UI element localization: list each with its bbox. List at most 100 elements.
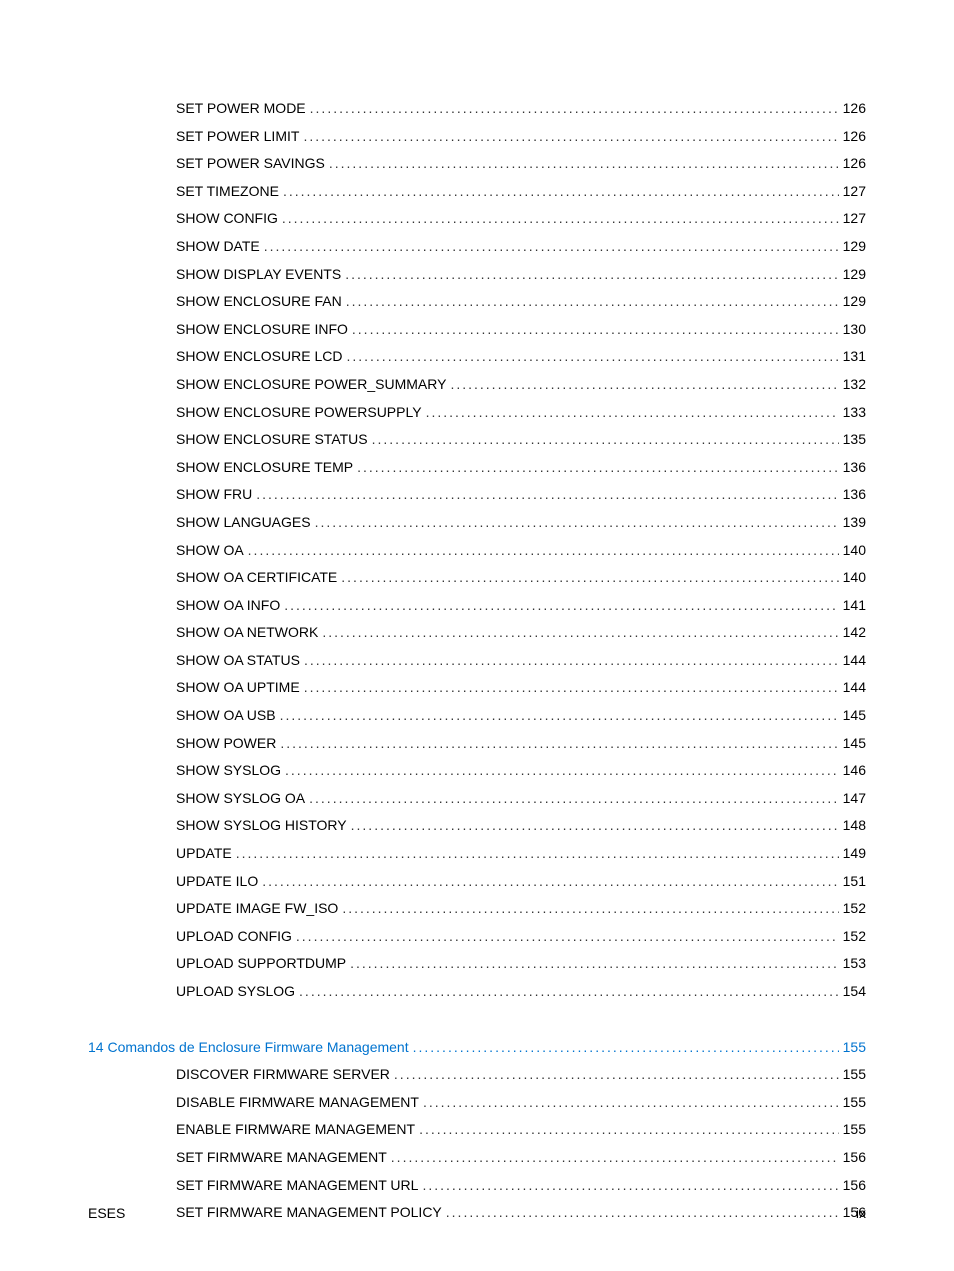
toc-entry-label: SHOW OA UPTIME [176, 679, 300, 696]
toc-leader-dots [341, 569, 838, 586]
toc-entry[interactable]: SET TIMEZONE127 [88, 183, 866, 200]
toc-entry-page: 155 [843, 1121, 866, 1138]
toc-leader-dots [296, 928, 839, 945]
toc-leader-dots [413, 1039, 839, 1056]
toc-entry-label: DISCOVER FIRMWARE SERVER [176, 1066, 390, 1083]
toc-entry-label: SHOW DATE [176, 238, 260, 255]
toc-entry-page: 155 [843, 1094, 866, 1111]
toc-entry[interactable]: SHOW SYSLOG HISTORY 148 [88, 817, 866, 834]
toc-entry[interactable]: SHOW ENCLOSURE FAN129 [88, 293, 866, 310]
toc-entry-page: 129 [843, 266, 866, 283]
toc-leader-dots [350, 955, 839, 972]
toc-entry-page: 141 [843, 597, 866, 614]
toc-entry[interactable]: SHOW ENCLOSURE STATUS135 [88, 431, 866, 448]
toc-entry[interactable]: SET FIRMWARE MANAGEMENT156 [88, 1149, 866, 1166]
toc-entry[interactable]: SHOW OA USB145 [88, 707, 866, 724]
toc-entry[interactable]: SHOW ENCLOSURE TEMP136 [88, 459, 866, 476]
toc-entry[interactable]: SHOW SYSLOG146 [88, 762, 866, 779]
toc-entry[interactable]: SHOW ENCLOSURE POWERSUPPLY133 [88, 404, 866, 421]
toc-entry-label: SHOW SYSLOG [176, 762, 281, 779]
toc-entry-page: 136 [843, 486, 866, 503]
toc-entry-page: 140 [843, 569, 866, 586]
toc-entry[interactable]: UPDATE 149 [88, 845, 866, 862]
toc-leader-dots [342, 900, 838, 917]
toc-entry-page: 140 [843, 542, 866, 559]
toc-entry[interactable]: UPLOAD SYSLOG154 [88, 983, 866, 1000]
toc-entry-label: SHOW OA STATUS [176, 652, 300, 669]
toc-entry-label: SHOW OA INFO [176, 597, 280, 614]
toc-leader-dots [280, 707, 839, 724]
toc-entry[interactable]: SET FIRMWARE MANAGEMENT URL156 [88, 1177, 866, 1194]
toc-leader-dots [315, 514, 839, 531]
toc-entry-label: UPDATE ILO [176, 873, 258, 890]
toc-entry-page: 130 [843, 321, 866, 338]
toc-entry[interactable]: DISABLE FIRMWARE MANAGEMENT155 [88, 1094, 866, 1111]
toc-entry[interactable]: UPDATE IMAGE FW_ISO152 [88, 900, 866, 917]
toc-entry[interactable]: SHOW ENCLOSURE LCD131 [88, 348, 866, 365]
toc-entry-label: SHOW POWER [176, 735, 276, 752]
toc-entry[interactable]: SHOW DATE 129 [88, 238, 866, 255]
toc-leader-dots [256, 486, 838, 503]
toc-entry-label: SHOW SYSLOG HISTORY [176, 817, 347, 834]
toc-entry[interactable]: UPLOAD SUPPORTDUMP153 [88, 955, 866, 972]
toc-entry[interactable]: SHOW LANGUAGES139 [88, 514, 866, 531]
toc-entry[interactable]: SHOW ENCLOSURE INFO130 [88, 321, 866, 338]
toc-entry-page: 149 [843, 845, 866, 862]
toc-entry[interactable]: SHOW DISPLAY EVENTS129 [88, 266, 866, 283]
toc-entry[interactable]: UPLOAD CONFIG152 [88, 928, 866, 945]
toc-leader-dots [304, 652, 839, 669]
toc-leader-dots [236, 845, 839, 862]
toc-leader-dots [299, 983, 839, 1000]
toc-entry-label: ENABLE FIRMWARE MANAGEMENT [176, 1121, 415, 1138]
toc-entry[interactable]: ENABLE FIRMWARE MANAGEMENT 155 [88, 1121, 866, 1138]
toc-entry-page: 148 [843, 817, 866, 834]
toc-entry[interactable]: SHOW OA140 [88, 542, 866, 559]
toc-leader-dots [422, 1177, 838, 1194]
toc-entry-page: 142 [843, 624, 866, 641]
toc-entry-label: 14 Comandos de Enclosure Firmware Manage… [88, 1039, 409, 1056]
toc-entry[interactable]: SET POWER MODE126 [88, 100, 866, 117]
toc-entry[interactable]: SET POWER SAVINGS126 [88, 155, 866, 172]
footer-left: ESES [88, 1205, 125, 1221]
toc-leader-dots [346, 293, 839, 310]
toc-entry-page: 147 [843, 790, 866, 807]
toc-leader-dots [450, 376, 838, 393]
toc-leader-dots [394, 1066, 839, 1083]
toc-entry-page: 151 [843, 873, 866, 890]
toc-gap [88, 1011, 866, 1039]
toc-entry-label: SHOW ENCLOSURE POWER_SUMMARY [176, 376, 446, 393]
toc-entry-page: 126 [843, 128, 866, 145]
toc-entry[interactable]: SHOW OA UPTIME144 [88, 679, 866, 696]
toc-entry[interactable]: SHOW OA STATUS 144 [88, 652, 866, 669]
toc-section-heading[interactable]: 14 Comandos de Enclosure Firmware Manage… [88, 1039, 866, 1056]
toc-entry[interactable]: SHOW SYSLOG OA147 [88, 790, 866, 807]
toc-leader-dots [352, 321, 839, 338]
toc-leader-dots [285, 762, 839, 779]
toc-entry-label: SET TIMEZONE [176, 183, 279, 200]
toc-entry[interactable]: SHOW POWER145 [88, 735, 866, 752]
toc-entry-page: 129 [843, 238, 866, 255]
toc-leader-dots [372, 431, 839, 448]
toc-entry[interactable]: SHOW ENCLOSURE POWER_SUMMARY 132 [88, 376, 866, 393]
toc-entry[interactable]: DISCOVER FIRMWARE SERVER155 [88, 1066, 866, 1083]
toc-entry[interactable]: SHOW OA INFO 141 [88, 597, 866, 614]
toc-entry[interactable]: SHOW CONFIG127 [88, 210, 866, 227]
toc-entry-label: SET POWER LIMIT [176, 128, 299, 145]
toc-leader-dots [357, 459, 839, 476]
toc-entry[interactable]: SET POWER LIMIT 126 [88, 128, 866, 145]
toc-entry[interactable]: SHOW OA CERTIFICATE140 [88, 569, 866, 586]
toc-entry-page: 132 [843, 376, 866, 393]
toc-entry[interactable]: SHOW FRU136 [88, 486, 866, 503]
toc-entry-label: UPDATE [176, 845, 232, 862]
toc-entry-page: 144 [843, 652, 866, 669]
toc-entry-page: 133 [843, 404, 866, 421]
toc-entry-label: SHOW LANGUAGES [176, 514, 311, 531]
page: SET POWER MODE126SET POWER LIMIT126SET P… [0, 0, 954, 1271]
toc-leader-dots [345, 266, 838, 283]
toc-leader-dots [419, 1121, 839, 1138]
toc-list: SET POWER MODE126SET POWER LIMIT126SET P… [88, 100, 866, 1221]
toc-entry-page: 152 [843, 928, 866, 945]
toc-entry[interactable]: SHOW OA NETWORK142 [88, 624, 866, 641]
toc-entry[interactable]: UPDATE ILO 151 [88, 873, 866, 890]
toc-leader-dots [329, 155, 839, 172]
